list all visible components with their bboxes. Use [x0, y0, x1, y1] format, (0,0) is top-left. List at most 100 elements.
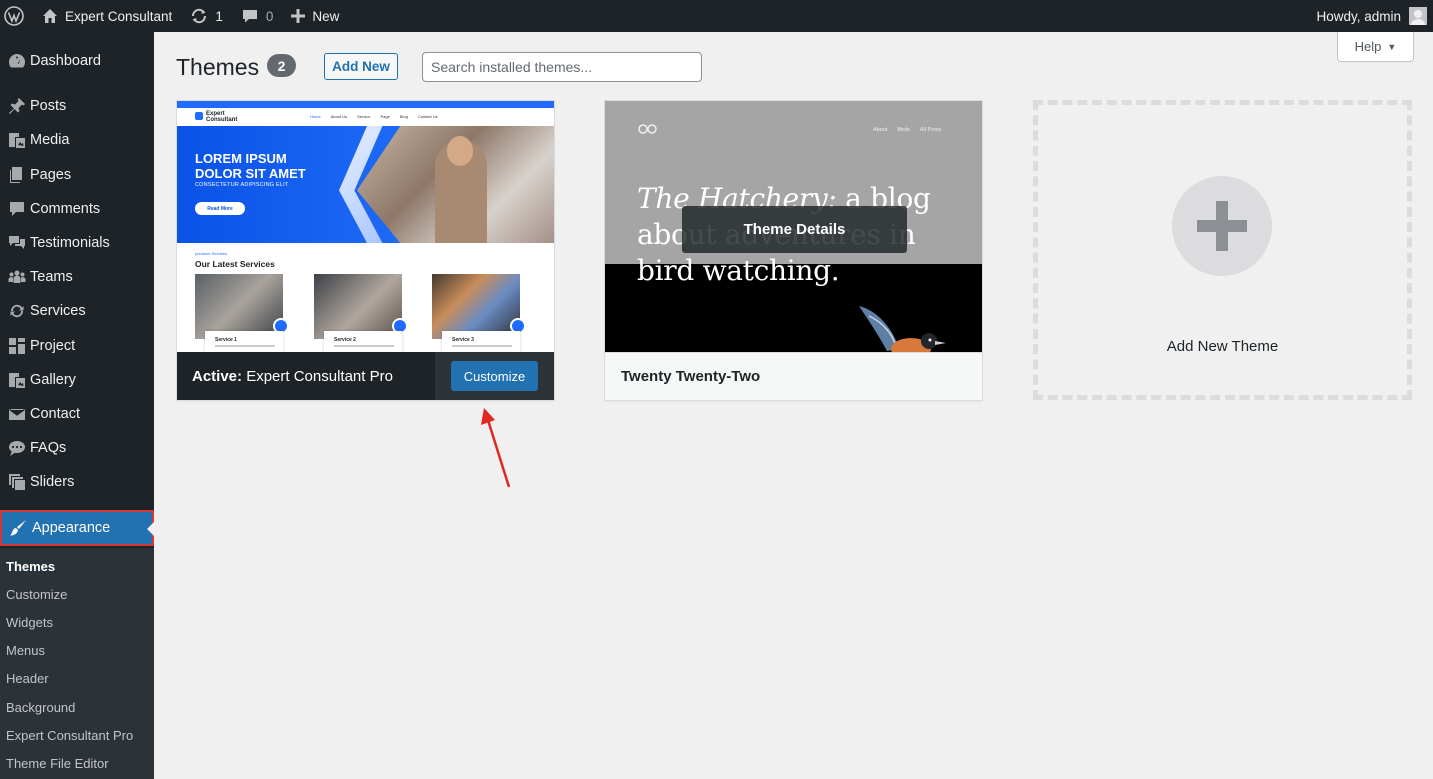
active-theme-card[interactable]: Expert Consultant Home About Us Service … [176, 100, 555, 401]
sidebar-item-contact[interactable]: Contact [0, 397, 154, 431]
active-theme-footer: Active: Expert Consultant Pro Customize [177, 352, 554, 400]
new-label: New [312, 8, 340, 24]
screenshot-hero: LOREM IPSUM DOLOR SIT AMET CONSECTETUR A… [177, 126, 554, 243]
search-themes-input[interactable] [422, 52, 702, 82]
theme-card-twenty-twenty-two[interactable]: About Birds All Posts The Hatchery: a bl… [604, 100, 983, 401]
service-title: Service 3 [452, 337, 474, 343]
updates-link[interactable]: 1 [181, 0, 232, 32]
sidebar-item-comments[interactable]: Comments [0, 192, 154, 226]
comments-link[interactable]: 0 [232, 0, 283, 32]
service-title: Service 1 [215, 337, 237, 343]
sidebar-item-label: Pages [30, 167, 72, 183]
theme-screenshot[interactable]: About Birds All Posts The Hatchery: a bl… [605, 101, 982, 352]
sidebar-item-testimonials[interactable]: Testimonials [0, 226, 154, 260]
sidebar-item-posts[interactable]: Posts [0, 89, 154, 123]
theme-screenshot[interactable]: Expert Consultant Home About Us Service … [177, 101, 554, 352]
sidebar-item-label: Project [30, 338, 76, 354]
submenu-item-themes[interactable]: Themes [6, 559, 55, 574]
site-name: Expert Consultant [65, 8, 173, 24]
comment-icon [242, 10, 257, 23]
sidebar-item-label: Appearance [32, 520, 111, 536]
sidebar-item-appearance[interactable]: Appearance [0, 510, 154, 546]
sidebar-item-media[interactable]: Media [0, 123, 154, 157]
sidebar-item-label: Comments [30, 201, 101, 217]
hero-button: Read More [195, 202, 245, 215]
add-new-theme-card[interactable]: Add New Theme [1033, 100, 1412, 400]
service-image [195, 274, 283, 339]
brush-icon [2, 519, 32, 537]
submenu-item-menus[interactable]: Menus [6, 643, 45, 658]
submenu-item-widgets[interactable]: Widgets [6, 615, 53, 630]
admin-bar: Expert Consultant 1 0 New Howdy, admin [0, 0, 1433, 32]
media-icon [0, 131, 30, 149]
dashboard-icon [0, 52, 30, 70]
sidebar-item-dashboard[interactable]: Dashboard [0, 44, 154, 78]
plus-icon [1172, 176, 1272, 276]
slides-icon [0, 473, 30, 491]
testimonial-icon [0, 234, 30, 252]
gallery-icon [0, 371, 30, 389]
greeting: Howdy, admin [1316, 8, 1401, 24]
sidebar-item-label: FAQs [30, 440, 67, 456]
sidebar-item-faqs[interactable]: FAQs [0, 431, 154, 465]
admin-sidebar: Dashboard Posts Media Pages Comments Tes… [0, 32, 154, 779]
service-text-line [334, 345, 394, 347]
sidebar-item-teams[interactable]: Teams [0, 260, 154, 294]
service-card: Service 2 [314, 274, 408, 352]
sidebar-item-gallery[interactable]: Gallery [0, 363, 154, 397]
submenu-item-expert-consultant-pro[interactable]: Expert Consultant Pro [6, 728, 133, 743]
theme-footer: Twenty Twenty-Two [605, 352, 982, 400]
wordpress-logo-icon[interactable] [0, 0, 33, 32]
sidebar-item-label: Sliders [30, 474, 75, 490]
service-image [432, 274, 520, 339]
service-image [314, 274, 402, 339]
sidebar-item-pages[interactable]: Pages [0, 158, 154, 192]
service-title: Service 2 [334, 337, 356, 343]
services-kicker: premium Services [195, 251, 228, 256]
logo-icon [195, 112, 203, 120]
site-name-link[interactable]: Expert Consultant [33, 0, 181, 32]
sidebar-item-label: Contact [30, 406, 80, 422]
sidebar-item-services[interactable]: Services [0, 294, 154, 328]
appearance-submenu: Themes Customize Widgets Menus Header Ba… [0, 548, 154, 779]
screenshot-topbar [177, 101, 554, 108]
service-card: Service 3 [432, 274, 526, 352]
active-theme-name: Active: Expert Consultant Pro [192, 367, 393, 385]
screenshot-nav-links: Home About Us Service Page Blog Contact … [310, 114, 438, 119]
sidebar-item-project[interactable]: Project [0, 329, 154, 363]
plus-icon [291, 9, 306, 23]
sidebar-item-label: Services [30, 303, 86, 319]
help-button[interactable]: Help ▼ [1337, 32, 1414, 62]
update-icon [192, 8, 207, 24]
submenu-item-customize[interactable]: Customize [6, 587, 67, 602]
submenu-item-theme-file-editor[interactable]: Theme File Editor [6, 756, 109, 771]
theme-count-badge: 2 [267, 54, 296, 77]
service-text-line [452, 345, 512, 347]
account-menu[interactable]: Howdy, admin [1307, 0, 1433, 32]
theme-details-button[interactable]: Theme Details [682, 206, 907, 253]
sidebar-item-label: Gallery [30, 372, 76, 388]
service-card-body: Service 1 [205, 331, 283, 352]
submenu-item-header[interactable]: Header [6, 671, 49, 686]
service-card-body: Service 3 [442, 331, 520, 352]
add-new-button[interactable]: Add New [324, 53, 398, 80]
theme-actions: Customize [435, 352, 554, 400]
service-card: Service 1 [195, 274, 289, 352]
comment-icon [0, 200, 30, 218]
service-text-line [215, 345, 275, 347]
screenshot-nav: About Birds All Posts [873, 127, 942, 133]
new-content-link[interactable]: New [282, 0, 348, 32]
submenu-item-background[interactable]: Background [6, 700, 75, 715]
bird-logo-icon [638, 124, 657, 134]
theme-name: Twenty Twenty-Two [621, 368, 761, 385]
help-label: Help [1354, 39, 1382, 54]
caret-down-icon: ▼ [1387, 41, 1397, 52]
hero-person-head [447, 136, 473, 166]
annotation-arrow-icon [481, 408, 511, 488]
sidebar-item-label: Dashboard [30, 53, 101, 69]
hero-title: LOREM IPSUM DOLOR SIT AMET [195, 151, 306, 181]
sidebar-item-sliders[interactable]: Sliders [0, 465, 154, 499]
customize-button[interactable]: Customize [451, 361, 538, 391]
add-new-theme-label: Add New Theme [1166, 338, 1279, 355]
main-content: Help ▼ Themes 2 Add New Expert Consultan… [154, 32, 1433, 779]
